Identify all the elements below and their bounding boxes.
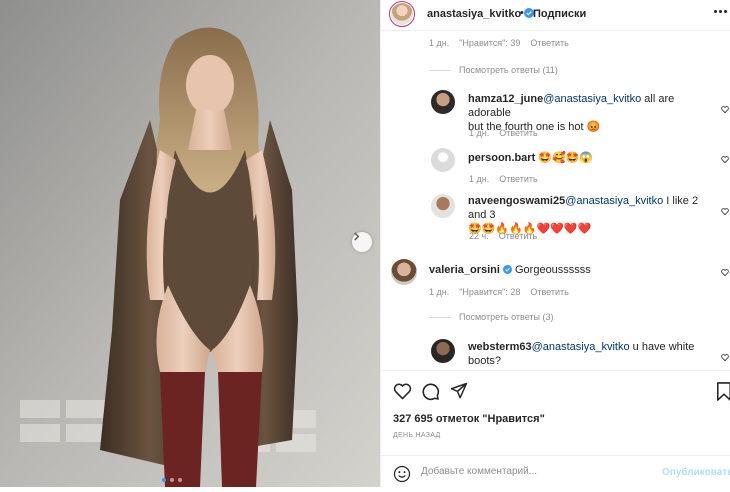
add-comment-bar: Опубликовать	[381, 455, 730, 492]
comment-username[interactable]: valeria_orsini	[429, 264, 500, 276]
following-button[interactable]: Подписки	[533, 8, 586, 20]
chevron-right-icon	[354, 232, 360, 241]
bookmark-icon[interactable]	[717, 382, 730, 401]
view-replies-button[interactable]: Посмотреть ответы (11)	[429, 65, 558, 75]
comment-meta: 1 дн. Ответить	[469, 174, 538, 184]
avatar[interactable]	[431, 194, 455, 218]
publish-button[interactable]: Опубликовать	[662, 467, 730, 478]
carousel-next-button[interactable]	[352, 232, 372, 252]
comment-likes[interactable]: "Нравится": 28	[459, 287, 520, 297]
photo-illustration	[0, 0, 380, 487]
reply-text: persoon.bart 🤩🥰🤩😱	[468, 152, 594, 164]
carousel-dot	[170, 478, 174, 482]
more-icon[interactable]	[714, 10, 727, 13]
comment-meta: 1 дн. "Нравится": 28 Ответить	[429, 287, 569, 297]
avatar[interactable]	[431, 339, 455, 363]
avatar[interactable]	[391, 259, 417, 285]
heart-icon[interactable]	[721, 155, 729, 164]
reply-text: websterm63@anastasiya_kvitko u have whit…	[468, 341, 695, 367]
post-actions: 327 695 отметок "Нравится" ДЕНЬ НАЗАД Оп…	[381, 370, 730, 483]
author-username[interactable]: anastasiya_kvitko	[427, 8, 535, 20]
carousel-dot-active	[162, 478, 166, 482]
author-avatar[interactable]	[389, 1, 415, 27]
reply-link[interactable]: Ответить	[499, 231, 537, 241]
reply-link[interactable]: Ответить	[530, 287, 568, 297]
avatar[interactable]	[431, 90, 455, 114]
mention-link[interactable]: @anastasiya_kvitko	[543, 93, 641, 105]
reply-link[interactable]: Ответить	[530, 38, 568, 48]
comment-age: 1 дн.	[429, 38, 450, 48]
heart-icon[interactable]	[393, 382, 412, 400]
comment-meta: 1 дн. Ответить	[469, 128, 538, 138]
reply-link[interactable]: Ответить	[499, 128, 537, 138]
likes-count[interactable]: 327 695 отметок "Нравится"	[393, 413, 545, 425]
mention-link[interactable]: @anastasiya_kvitko	[565, 195, 663, 207]
comment-text: valeria_orsini Gorgeoussssss	[429, 264, 591, 276]
reply-link[interactable]: Ответить	[499, 174, 537, 184]
comment-username[interactable]: websterm63	[468, 341, 532, 353]
comment-icon[interactable]	[421, 382, 440, 401]
comment-meta: 1 дн. "Нравится": 39 Ответить	[429, 38, 569, 48]
heart-icon[interactable]	[721, 268, 729, 277]
post-date: ДЕНЬ НАЗАД	[393, 432, 441, 439]
post-header: anastasiya_kvitko • Подписки	[381, 0, 730, 31]
comment-username[interactable]: persoon.bart	[468, 152, 535, 164]
post-side-panel: anastasiya_kvitko • Подписки 1 дн. "Нрави…	[380, 0, 730, 487]
comment-meta: 22 ч. Ответить	[469, 231, 538, 241]
reply-text: naveengoswami25@anastasiya_kvitko I like…	[468, 195, 699, 235]
instagram-post-view: anastasiya_kvitko • Подписки 1 дн. "Нрави…	[0, 0, 730, 487]
heart-icon[interactable]	[721, 353, 729, 362]
post-photo[interactable]	[0, 0, 380, 487]
avatar[interactable]	[431, 148, 455, 172]
comment-username[interactable]: naveengoswami25	[468, 195, 565, 207]
comment-input[interactable]	[421, 466, 651, 477]
heart-icon[interactable]	[721, 105, 729, 114]
view-replies-button[interactable]: Посмотреть ответы (3)	[429, 312, 554, 322]
header-separator: •	[520, 7, 524, 19]
emoji-icon[interactable]	[393, 465, 411, 483]
carousel-indicator	[162, 478, 182, 482]
comments-list: 1 дн. "Нравится": 39 Ответить Посмотреть о…	[381, 31, 730, 369]
carousel-dot	[178, 478, 182, 482]
heart-icon[interactable]	[721, 207, 729, 216]
comment-likes[interactable]: "Нравится": 39	[459, 38, 520, 48]
verified-icon	[502, 265, 512, 274]
mention-link[interactable]: @anastasiya_kvitko	[532, 341, 630, 353]
comment-username[interactable]: hamza12_june	[468, 93, 543, 105]
share-icon[interactable]	[450, 382, 468, 400]
